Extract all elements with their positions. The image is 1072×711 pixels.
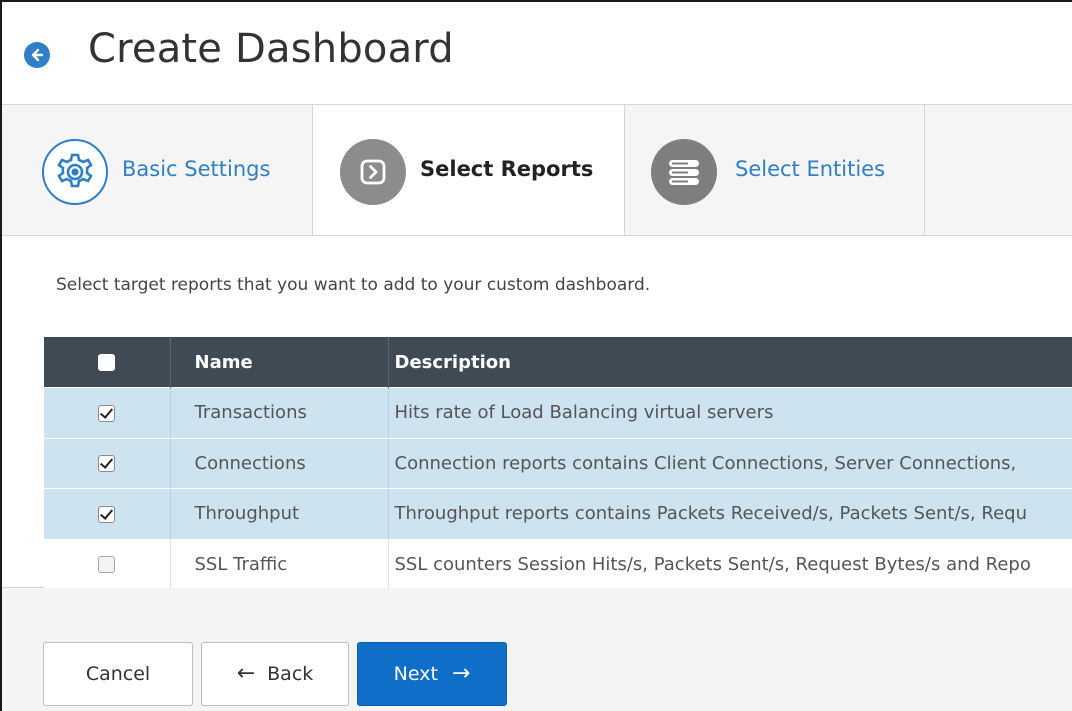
instructions-text: Select target reports that you want to a… xyxy=(56,275,651,295)
name-column-header[interactable]: Name xyxy=(170,337,389,388)
tab-basic-settings[interactable]: Basic Settings xyxy=(2,105,312,235)
row-checkbox[interactable] xyxy=(98,505,116,523)
report-description: Hits rate of Load Balancing virtual serv… xyxy=(388,387,1072,439)
tab-label: Select Reports xyxy=(420,157,594,181)
tab-select-reports[interactable]: Select Reports xyxy=(312,105,625,235)
gear-icon xyxy=(42,139,108,205)
wizard-content: Basic Settings Select Reports Select Ent… xyxy=(2,105,1072,711)
tab-label: Basic Settings xyxy=(122,157,271,181)
report-description: SSL counters Session Hits/s, Packets Sen… xyxy=(388,538,1072,590)
page-header: Create Dashboard xyxy=(2,2,1072,105)
arrow-left-circle-icon[interactable] xyxy=(24,42,50,68)
row-checkbox[interactable] xyxy=(98,404,116,422)
back-button[interactable]: ← Back xyxy=(201,642,349,706)
wizard-tabs: Basic Settings Select Reports Select Ent… xyxy=(2,105,1072,235)
report-name: Connections xyxy=(170,437,389,489)
cancel-button[interactable]: Cancel xyxy=(43,642,193,706)
report-name: SSL Traffic xyxy=(170,538,389,590)
row-checkbox-cell xyxy=(44,538,171,590)
next-button[interactable]: Next → xyxy=(357,642,507,706)
row-checkbox[interactable] xyxy=(98,455,116,473)
tab-select-entities[interactable]: Select Entities xyxy=(625,105,925,235)
table-row[interactable]: Transactions Hits rate of Load Balancing… xyxy=(44,387,1072,439)
dashboard-window: Create Dashboard Basic Settings Select R… xyxy=(0,0,1072,711)
report-description: Throughput reports contains Packets Rece… xyxy=(388,488,1072,540)
table-row[interactable]: Connections Connection reports contains … xyxy=(44,437,1072,489)
arrow-right-icon: → xyxy=(451,661,471,686)
wizard-footer: Cancel ← Back Next → xyxy=(2,588,1072,711)
cancel-button-label: Cancel xyxy=(85,663,151,685)
row-checkbox-cell xyxy=(44,437,171,489)
report-description: Connection reports contains Client Conne… xyxy=(388,437,1072,489)
select-all-checkbox[interactable] xyxy=(98,354,116,371)
select-all-header xyxy=(44,337,171,388)
back-button-label: Back xyxy=(267,663,314,685)
description-column-header[interactable]: Description xyxy=(388,337,1072,388)
report-name: Throughput xyxy=(170,488,389,540)
arrow-left-icon: ← xyxy=(236,661,256,686)
reports-panel: Select target reports that you want to a… xyxy=(2,235,1072,590)
table-row[interactable]: SSL Traffic SSL counters Session Hits/s,… xyxy=(44,538,1072,590)
next-button-label: Next xyxy=(393,663,438,685)
row-checkbox-cell xyxy=(44,488,171,540)
table-row[interactable]: Throughput Throughput reports contains P… xyxy=(44,488,1072,540)
page-title: Create Dashboard xyxy=(88,26,454,72)
row-checkbox[interactable] xyxy=(98,556,116,574)
table-header-row: Name Description xyxy=(44,337,1072,388)
row-checkbox-cell xyxy=(44,387,171,439)
report-name: Transactions xyxy=(170,387,389,439)
reports-table: Name Description Transactions Hits rate … xyxy=(44,337,1072,590)
server-stack-icon xyxy=(651,139,717,205)
chevron-right-box-icon xyxy=(340,139,406,205)
tab-label: Select Entities xyxy=(735,157,886,181)
